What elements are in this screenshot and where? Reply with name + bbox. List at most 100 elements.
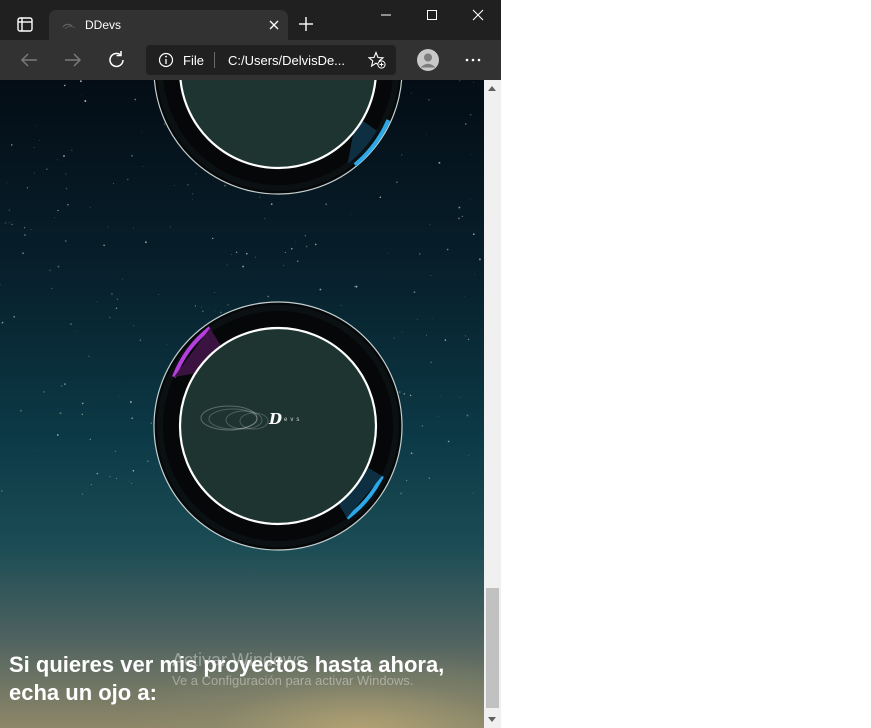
- scroll-down-icon[interactable]: [488, 717, 496, 722]
- star: [147, 460, 149, 462]
- star: [438, 161, 441, 164]
- star: [294, 241, 296, 242]
- page-scrollbar[interactable]: [484, 80, 501, 728]
- star: [60, 385, 63, 387]
- star: [446, 248, 449, 251]
- star: [96, 472, 99, 475]
- star: [51, 287, 53, 290]
- star: [471, 154, 473, 155]
- forward-icon[interactable]: [62, 49, 84, 71]
- star: [305, 245, 308, 248]
- star: [9, 222, 10, 224]
- star: [74, 330, 76, 332]
- star: [114, 450, 117, 452]
- star: [19, 409, 22, 412]
- star: [459, 397, 461, 398]
- star: [43, 391, 45, 393]
- star: [67, 203, 69, 206]
- star: [119, 396, 120, 398]
- star: [214, 292, 215, 294]
- star: [115, 478, 117, 479]
- logo-suffix: evs: [284, 417, 303, 423]
- star: [429, 224, 431, 226]
- star: [284, 252, 286, 253]
- minimize-icon[interactable]: [363, 0, 409, 30]
- star: [428, 99, 430, 101]
- browser-window: DDevs File C:/Users/DelvisDe... D evs Ac…: [0, 0, 501, 728]
- star: [304, 235, 306, 237]
- scrollbar-thumb[interactable]: [486, 588, 499, 708]
- star: [63, 155, 65, 157]
- star: [33, 147, 35, 149]
- star: [131, 417, 134, 420]
- favorites-add-icon[interactable]: [367, 51, 386, 69]
- logo-letter: D: [269, 410, 283, 428]
- star: [56, 434, 59, 436]
- star: [112, 182, 115, 185]
- info-icon[interactable]: [158, 52, 174, 68]
- star: [131, 154, 133, 157]
- star: [45, 168, 48, 171]
- star: [6, 182, 7, 184]
- star: [419, 253, 421, 255]
- star: [413, 291, 416, 293]
- star: [130, 401, 132, 403]
- profile-icon[interactable]: [416, 48, 440, 72]
- star: [461, 215, 463, 218]
- star: [57, 209, 59, 212]
- tab-ddevs[interactable]: DDevs: [49, 10, 288, 40]
- star: [88, 355, 90, 357]
- scroll-up-icon[interactable]: [488, 86, 496, 91]
- star: [65, 173, 67, 175]
- star: [56, 159, 58, 161]
- star: [1, 321, 4, 324]
- url-text[interactable]: C:/Users/DelvisDe...: [228, 53, 345, 68]
- plus-icon[interactable]: [296, 14, 316, 34]
- back-icon[interactable]: [18, 49, 40, 71]
- star: [4, 222, 7, 224]
- star: [416, 318, 418, 320]
- star: [26, 187, 29, 189]
- tab-actions-icon[interactable]: [12, 12, 38, 38]
- star: [0, 283, 1, 286]
- star: [24, 234, 26, 236]
- star: [49, 269, 51, 272]
- star: [439, 396, 441, 397]
- star: [90, 484, 92, 486]
- close-icon[interactable]: [266, 17, 282, 33]
- star: [126, 178, 129, 181]
- star: [410, 452, 413, 455]
- star: [235, 251, 238, 253]
- address-bar[interactable]: File C:/Users/DelvisDe...: [146, 45, 396, 75]
- window-close-icon[interactable]: [455, 0, 501, 30]
- star: [242, 265, 245, 268]
- url-scheme: File: [183, 53, 204, 68]
- maximize-icon[interactable]: [409, 0, 455, 30]
- star: [89, 207, 91, 209]
- star: [469, 113, 472, 116]
- star: [430, 274, 432, 276]
- ddevs-logo: D evs: [199, 400, 319, 440]
- star: [458, 206, 461, 209]
- star: [444, 339, 447, 341]
- star: [438, 415, 440, 417]
- star: [430, 361, 432, 363]
- star: [57, 265, 60, 268]
- refresh-icon[interactable]: [106, 49, 128, 71]
- star: [11, 223, 13, 226]
- more-icon[interactable]: [462, 49, 484, 71]
- star: [458, 217, 460, 220]
- star: [63, 84, 66, 87]
- star: [212, 237, 214, 240]
- star: [139, 339, 141, 341]
- star: [1, 490, 3, 492]
- star: [130, 482, 133, 485]
- star: [59, 412, 62, 415]
- star: [107, 226, 109, 228]
- star: [84, 100, 87, 102]
- star: [22, 252, 24, 254]
- star: [64, 383, 66, 385]
- star: [115, 307, 118, 310]
- star: [89, 438, 91, 441]
- star: [468, 454, 470, 456]
